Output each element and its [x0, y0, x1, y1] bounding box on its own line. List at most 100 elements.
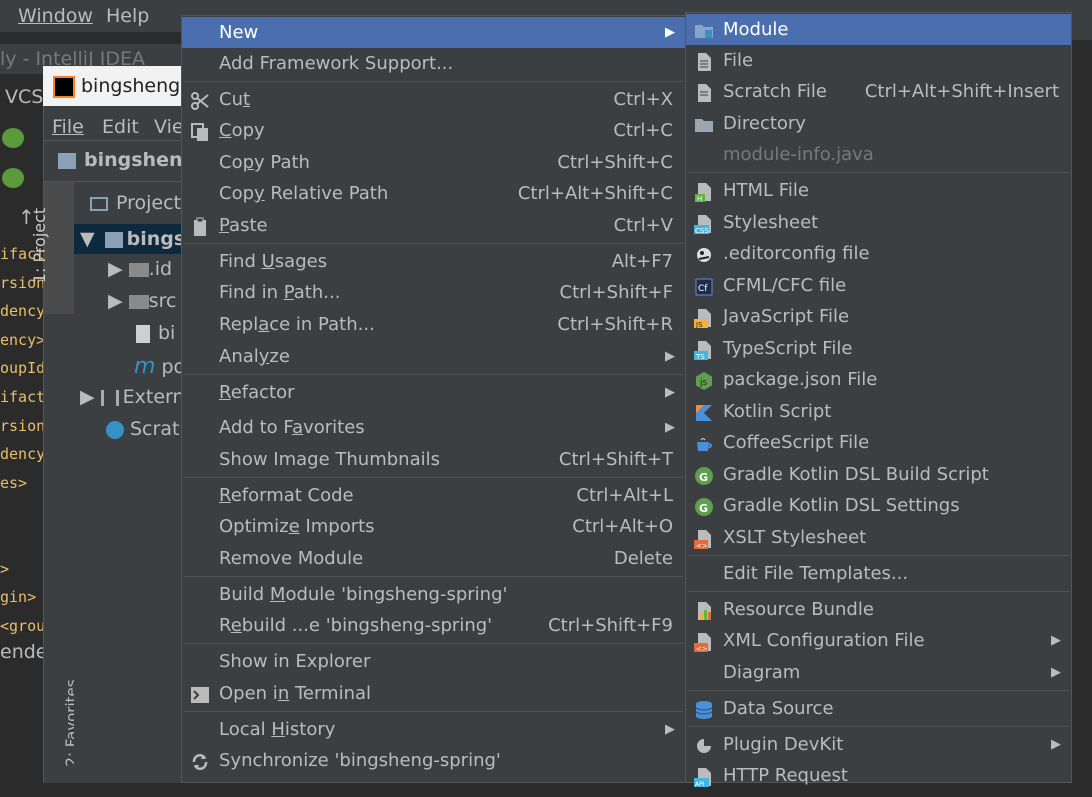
tree-row-root[interactable]: ▼ bings: [74, 224, 194, 254]
code-line: <grou: [0, 616, 44, 635]
new-submenu-item-http-request[interactable]: API HTTP Request: [686, 760, 1071, 791]
tree-row-scratches[interactable]: Scrat: [106, 418, 179, 440]
context-menu-item-copy-relative-path[interactable]: Copy Relative Path Ctrl+Alt+Shift+C: [182, 178, 685, 209]
menu-item-label: Module: [723, 19, 789, 40]
new-submenu-item-xml-configuration-file[interactable]: <> XML Configuration File ▶: [686, 625, 1071, 656]
library-icon: [100, 389, 119, 406]
menu-help[interactable]: Help: [106, 5, 149, 27]
context-menu-item-refactor[interactable]: Refactor ▶: [182, 377, 685, 408]
new-submenu-item-editorconfig-file[interactable]: .editorconfig file: [686, 238, 1071, 269]
menu-item-label: Remove Module: [219, 548, 364, 569]
new-submenu-item-typescript-file[interactable]: TS TypeScript File: [686, 333, 1071, 364]
context-menu-item-find-in-path[interactable]: Find in Path... Ctrl+Shift+F: [182, 277, 685, 308]
menu-window[interactable]: Window: [18, 5, 93, 27]
context-menu-item-rebuild-e-bingsheng-spring[interactable]: Rebuild ...e 'bingsheng-spring' Ctrl+Shif…: [182, 610, 685, 641]
context-menu-item-find-usages[interactable]: Find Usages Alt+F7: [182, 246, 685, 277]
project-tool-tab[interactable]: 1: Project: [30, 182, 74, 314]
context-menu-item-copy-path[interactable]: Copy Path Ctrl+Shift+C: [182, 147, 685, 178]
context-menu-item-local-history[interactable]: Local History ▶: [182, 714, 685, 745]
kotlin-icon: [694, 402, 714, 422]
menu-item-label: Find Usages: [219, 251, 328, 272]
context-menu-item-add-framework-support[interactable]: Add Framework Support...: [182, 48, 685, 79]
code-fragments: ifact rsion> dency> ency> oupId> ifact r…: [0, 240, 44, 660]
new-submenu-item-resource-bundle[interactable]: Resource Bundle: [686, 594, 1071, 625]
new-submenu-item-plugin-devkit[interactable]: Plugin DevKit ▶: [686, 729, 1071, 760]
new-submenu-item-html-file[interactable]: H HTML File: [686, 175, 1071, 206]
sync-icon: [190, 751, 210, 771]
code-line: rsion>: [0, 416, 44, 435]
navigation-bar: bingsheng: [44, 140, 196, 182]
new-submenu-item-package-json-file[interactable]: js package.json File: [686, 364, 1071, 395]
tree-row-pom[interactable]: m po: [134, 354, 185, 379]
project-header[interactable]: Project: [90, 192, 181, 214]
shortcut-label: Ctrl+Alt+L: [576, 485, 673, 506]
menu-separator: [184, 243, 683, 244]
new-submenu-item-scratch-file[interactable]: Scratch File Ctrl+Alt+Shift+Insert: [686, 76, 1071, 107]
svg-text:<>: <>: [696, 645, 708, 652]
shortcut-label: Ctrl+C: [613, 120, 673, 141]
file-icon: [136, 324, 150, 343]
context-menu-item-optimize-imports[interactable]: Optimize Imports Ctrl+Alt+O: [182, 511, 685, 542]
context-menu-item-remove-module[interactable]: Remove Module Delete: [182, 543, 685, 574]
xml-config-icon: <>: [694, 631, 714, 653]
context-menu-item-build-module-bingsheng-spring[interactable]: Build Module 'bingsheng-spring': [182, 579, 685, 610]
menu-separator: [688, 591, 1069, 592]
new-submenu-item-gradle-kotlin-dsl-settings[interactable]: G Gradle Kotlin DSL Settings: [686, 490, 1071, 521]
menu-item-label: Resource Bundle: [723, 599, 874, 620]
new-submenu-item-module-info-java: module-info.java: [686, 139, 1071, 170]
menu-item-label: Plugin DevKit: [723, 734, 844, 755]
editorconfig-icon: [694, 244, 714, 264]
submenu-arrow-icon: ▶: [665, 349, 675, 364]
menu-item-label: Show Image Thumbnails: [219, 449, 440, 470]
menu-item-label: Rebuild ...e 'bingsheng-spring': [219, 615, 493, 636]
ide-menubar: File Edit Vie: [44, 108, 194, 140]
context-menu-item-reformat-code[interactable]: Reformat Code Ctrl+Alt+L: [182, 480, 685, 511]
context-menu-item-show-image-thumbnails[interactable]: Show Image Thumbnails Ctrl+Shift+T: [182, 444, 685, 475]
tree-row-external[interactable]: ▶ Extern: [80, 386, 185, 408]
tree-label: bi: [158, 322, 176, 344]
context-menu-item-copy[interactable]: Copy Ctrl+C: [182, 115, 685, 146]
code-line: es>: [0, 473, 28, 492]
svg-text:G: G: [699, 502, 708, 515]
new-submenu-item-cfml-cfc-file[interactable]: Cf CFML/CFC file: [686, 270, 1071, 301]
new-submenu-item-module[interactable]: Module: [686, 14, 1071, 45]
new-submenu-item-diagram[interactable]: Diagram ▶: [686, 657, 1071, 688]
new-submenu-item-xslt-stylesheet[interactable]: <> XSLT Stylesheet: [686, 522, 1071, 553]
tree-row-idea[interactable]: ▶ .id: [108, 258, 172, 280]
context-menu-item-cut[interactable]: Cut Ctrl+X: [182, 84, 685, 115]
cfml-icon: Cf: [694, 276, 714, 296]
new-submenu-item-coffeescript-file[interactable]: CoffeeScript File: [686, 427, 1071, 458]
new-submenu-item-stylesheet[interactable]: CSS Stylesheet: [686, 207, 1071, 238]
menu-separator: [184, 711, 683, 712]
tree-label: src: [148, 290, 177, 312]
menu-item-label: TypeScript File: [723, 338, 853, 359]
up-arrow-icon[interactable]: ↑: [18, 205, 35, 229]
submenu-arrow-icon: ▶: [665, 722, 675, 737]
menu-item-label: New: [219, 22, 259, 43]
context-menu-item-show-in-explorer[interactable]: Show in Explorer: [182, 646, 685, 677]
menu-item-label: CFML/CFC file: [723, 275, 847, 296]
context-menu-item-add-to-favorites[interactable]: Add to Favorites ▶: [182, 412, 685, 443]
context-menu-item-analyze[interactable]: Analyze ▶: [182, 341, 685, 372]
new-submenu-item-kotlin-script[interactable]: Kotlin Script: [686, 396, 1071, 427]
tree-row-file[interactable]: bi: [136, 322, 175, 344]
new-submenu-item-directory[interactable]: Directory: [686, 108, 1071, 139]
menu-vcs-fragment[interactable]: VCS: [5, 86, 43, 108]
menu-item-label: Diagram: [723, 662, 801, 683]
new-submenu-item-file[interactable]: File: [686, 45, 1071, 76]
nav-project-label[interactable]: bingsheng: [84, 149, 196, 171]
new-submenu-item-edit-file-templates[interactable]: Edit File Templates...: [686, 558, 1071, 589]
context-menu-item-replace-in-path[interactable]: Replace in Path... Ctrl+Shift+R: [182, 309, 685, 340]
scissors-icon: [190, 90, 210, 110]
code-line: gin>: [0, 588, 37, 607]
tree-row-src[interactable]: ▶ src: [108, 290, 176, 312]
context-menu-item-new[interactable]: New ▶: [182, 17, 685, 48]
maven-icon: m: [134, 354, 156, 379]
context-menu-item-paste[interactable]: Paste Ctrl+V: [182, 210, 685, 241]
new-submenu-item-gradle-kotlin-dsl-build-script[interactable]: G Gradle Kotlin DSL Build Script: [686, 459, 1071, 490]
context-menu-item-open-in-terminal[interactable]: Open in Terminal: [182, 678, 685, 709]
menu-item-label: package.json File: [723, 369, 878, 390]
new-submenu-item-data-source[interactable]: Data Source: [686, 693, 1071, 724]
context-menu-item-synchronize-bingsheng-spring[interactable]: Synchronize 'bingsheng-spring': [182, 745, 685, 776]
new-submenu-item-javascript-file[interactable]: JS JavaScript File: [686, 301, 1071, 332]
